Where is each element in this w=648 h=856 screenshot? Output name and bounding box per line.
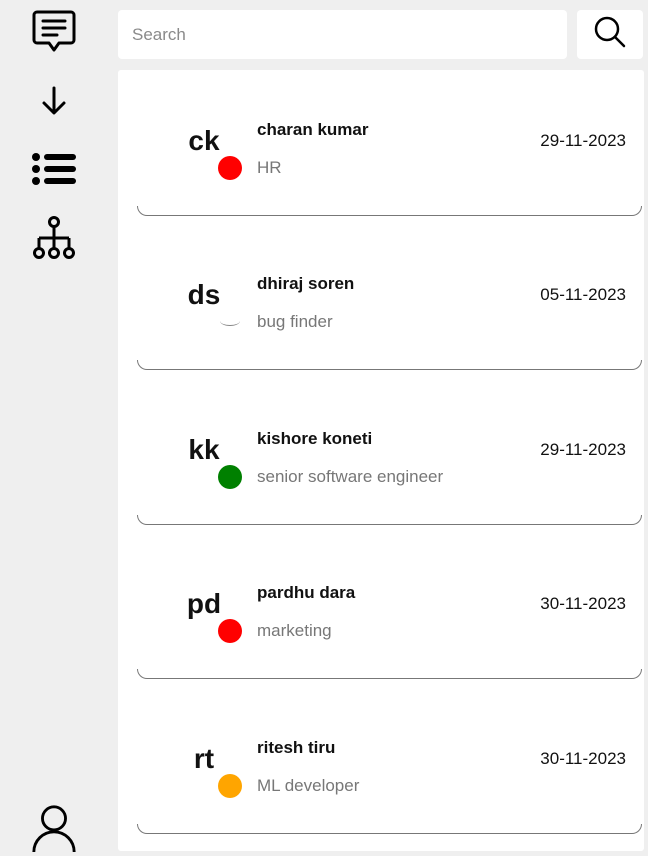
search-button[interactable] bbox=[577, 10, 643, 59]
employee-name: dhiraj soren bbox=[257, 274, 355, 293]
hierarchy-icon[interactable] bbox=[30, 214, 78, 262]
list-icon[interactable] bbox=[30, 145, 78, 193]
employee-name: ritesh tiru bbox=[257, 738, 336, 757]
card-divider bbox=[137, 206, 642, 216]
card-divider bbox=[137, 669, 642, 679]
avatar-initials: ck bbox=[188, 125, 220, 156]
card-divider bbox=[137, 360, 642, 370]
employee-date: 05-11-2023 bbox=[540, 285, 626, 304]
status-indicator bbox=[218, 156, 242, 180]
list-item[interactable]: pd pardhu dara marketing 30-11-2023 bbox=[118, 533, 644, 687]
card-divider bbox=[137, 824, 642, 834]
chat-note-icon[interactable] bbox=[30, 7, 78, 55]
employee-date: 30-11-2023 bbox=[540, 749, 626, 768]
employee-name: charan kumar bbox=[257, 120, 369, 139]
employee-name: pardhu dara bbox=[257, 583, 356, 602]
employee-date: 29-11-2023 bbox=[540, 131, 626, 150]
status-indicator bbox=[220, 316, 240, 326]
list-item[interactable]: ck charan kumar HR 29-11-2023 bbox=[118, 70, 644, 224]
card-divider bbox=[137, 515, 642, 525]
search-box bbox=[118, 10, 567, 59]
status-indicator bbox=[218, 774, 242, 798]
user-icon[interactable] bbox=[30, 800, 78, 854]
list-item[interactable]: ds dhiraj soren bug finder 05-11-2023 bbox=[118, 224, 644, 378]
employee-role: ML developer bbox=[257, 776, 360, 795]
avatar-initials: kk bbox=[188, 434, 220, 465]
employee-role: marketing bbox=[257, 621, 332, 640]
arrow-down-icon[interactable] bbox=[30, 77, 78, 125]
employee-list: ck charan kumar HR 29-11-2023 ds dhiraj … bbox=[118, 70, 644, 851]
list-item[interactable]: rt ritesh tiru ML developer 30-11-2023 bbox=[118, 688, 644, 842]
list-item[interactable]: kk kishore koneti senior software engine… bbox=[118, 379, 644, 533]
sidebar bbox=[0, 0, 108, 856]
employee-role: bug finder bbox=[257, 312, 333, 331]
avatar-initials: ds bbox=[187, 279, 221, 310]
avatar-initials: pd bbox=[186, 588, 222, 619]
employee-date: 30-11-2023 bbox=[540, 594, 626, 613]
employee-role: HR bbox=[257, 158, 282, 177]
employee-date: 29-11-2023 bbox=[540, 440, 626, 459]
avatar-initials: rt bbox=[193, 743, 215, 774]
employee-name: kishore koneti bbox=[257, 429, 373, 448]
search-icon bbox=[593, 15, 627, 54]
status-indicator bbox=[218, 619, 242, 643]
employee-role: senior software engineer bbox=[257, 467, 444, 486]
status-indicator bbox=[218, 465, 242, 489]
search-input[interactable] bbox=[118, 10, 567, 59]
